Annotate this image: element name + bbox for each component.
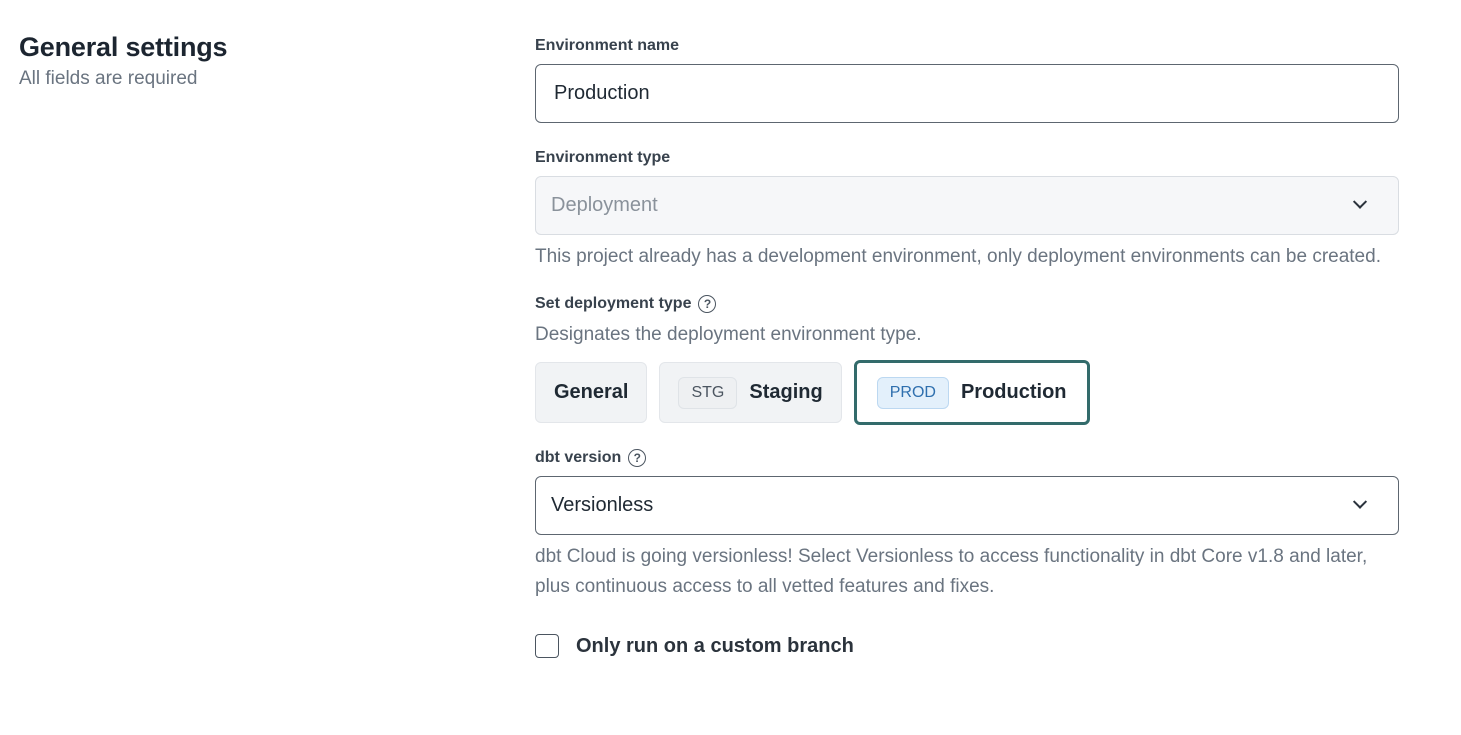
custom-branch-label[interactable]: Only run on a custom branch [576, 635, 854, 658]
question-circle-icon[interactable]: ? [698, 295, 717, 313]
deployment-type-label: Set deployment type ? [535, 294, 1399, 314]
custom-branch-checkbox[interactable] [535, 634, 559, 658]
deployment-type-options: General STG Staging PROD Production [535, 360, 1399, 425]
dbt-version-hint: dbt Cloud is going versionless! Select V… [535, 546, 1368, 597]
dbt-version-select[interactable]: Versionless [535, 476, 1399, 535]
deployment-option-staging[interactable]: STG Staging [659, 362, 842, 423]
section-header: General settings All fields are required [19, 30, 228, 90]
general-settings-form: Environment name Production Environment … [535, 36, 1399, 658]
environment-settings-page: General settings All fields are required… [0, 0, 1461, 735]
stg-tag: STG [678, 376, 738, 409]
prod-tag: PROD [876, 376, 949, 409]
environment-name-input[interactable]: Production [535, 64, 1399, 123]
deployment-type-description: Designates the deployment environment ty… [535, 324, 922, 345]
environment-name-label: Environment name [535, 37, 680, 54]
chevron-down-icon [1352, 194, 1368, 209]
section-title: General settings [19, 32, 228, 62]
environment-type-hint: This project already has a development e… [535, 246, 1381, 267]
deployment-option-production[interactable]: PROD Production [853, 360, 1090, 425]
chevron-down-icon [1352, 494, 1368, 509]
question-circle-icon[interactable]: ? [628, 449, 647, 467]
environment-type-select[interactable]: Deployment [535, 176, 1399, 235]
section-subtitle: All fields are required [19, 68, 198, 89]
dbt-version-label: dbt version ? [535, 448, 1399, 468]
environment-type-label: Environment type [535, 149, 671, 166]
deployment-option-general[interactable]: General [535, 362, 648, 423]
custom-branch-row: Only run on a custom branch [535, 634, 1399, 658]
